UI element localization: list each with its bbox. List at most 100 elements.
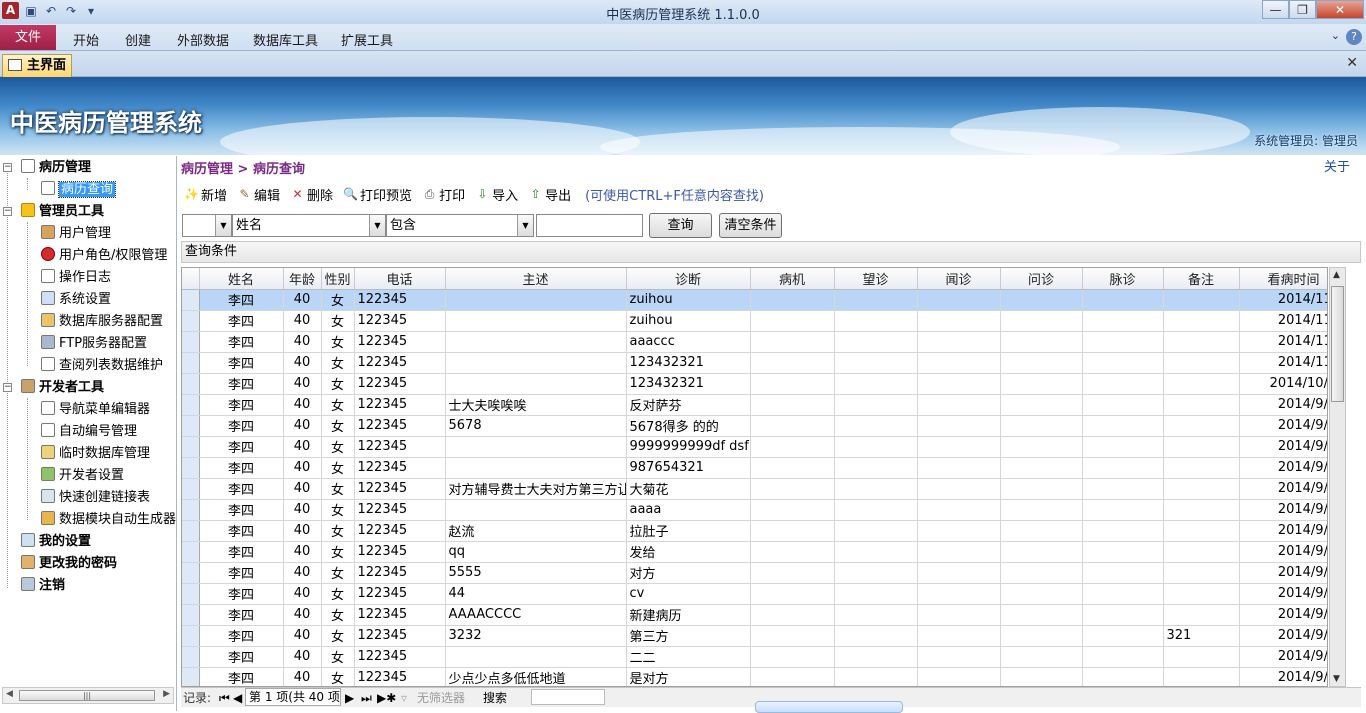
select-all-corner[interactable] [182, 268, 200, 290]
column-header[interactable]: 电话 [354, 268, 446, 290]
table-row[interactable]: 李四40女122345对方辅导费士大夫对方第三方让大菊花 2014/9/15 [182, 478, 1327, 500]
nav-group-records[interactable]: 病历管理 [21, 158, 91, 178]
table-cell[interactable]: 反对萨芬 [626, 394, 751, 416]
table-cell[interactable]: 李四 [199, 457, 284, 479]
row-selector[interactable] [182, 583, 200, 605]
nav-item-menu-editor[interactable]: 导航菜单编辑器 [41, 400, 150, 420]
row-selector[interactable] [182, 499, 200, 521]
nav-item-logout[interactable]: 注销 [21, 576, 65, 596]
table-cell[interactable]: 9999999999df dsf [626, 436, 751, 458]
print-button[interactable]: ⎙ 打印 [422, 185, 465, 204]
nav-item-temp-database[interactable]: 临时数据库管理 [41, 444, 150, 464]
table-cell[interactable] [917, 562, 1001, 584]
nav-item-user-management[interactable]: 用户管理 [41, 224, 111, 244]
table-cell[interactable]: 李四 [199, 625, 284, 647]
table-cell[interactable]: 40 [283, 646, 322, 668]
table-cell[interactable]: 2014/9/13 [1239, 625, 1327, 647]
table-cell[interactable] [1082, 436, 1164, 458]
clear-conditions-button[interactable]: 清空条件 [719, 213, 782, 238]
table-cell[interactable] [1082, 394, 1164, 416]
table-cell[interactable]: 拉肚子 [626, 520, 751, 542]
table-cell[interactable] [834, 310, 918, 332]
table-cell[interactable] [750, 331, 835, 353]
table-cell[interactable]: 女 [321, 478, 355, 500]
about-link[interactable]: 关于 [1324, 156, 1350, 175]
table-row[interactable]: 李四40女122345 987654321 2014/9/15 [182, 457, 1327, 479]
first-record-icon[interactable]: ⏮ [219, 689, 230, 707]
table-cell[interactable] [1000, 415, 1083, 437]
table-row[interactable]: 李四40女122345赵流拉肚子 2014/9/13 [182, 520, 1327, 542]
table-cell[interactable] [1082, 520, 1164, 542]
table-cell[interactable] [917, 436, 1001, 458]
nav-item-quick-link-tables[interactable]: 快速创建链接表 [41, 488, 150, 508]
table-cell[interactable] [1082, 289, 1164, 311]
record-search-input[interactable] [531, 689, 605, 705]
column-header[interactable]: 看病时间 [1239, 268, 1327, 290]
table-cell[interactable] [917, 373, 1001, 395]
table-cell[interactable]: zuihou [626, 310, 751, 332]
column-header[interactable]: 望诊 [834, 268, 918, 290]
table-cell[interactable] [1163, 310, 1240, 332]
table-cell[interactable] [1000, 352, 1083, 374]
table-cell[interactable]: 40 [283, 499, 322, 521]
table-row[interactable]: 李四40女1223453232第三方 3212014/9/13 [182, 625, 1327, 647]
export-button[interactable]: ⇧ 导出 [528, 185, 572, 204]
edit-button[interactable]: ✎ 编辑 [237, 185, 280, 204]
table-cell[interactable]: 5678得多 的的 [626, 415, 751, 437]
column-header[interactable]: 闻诊 [917, 268, 1001, 290]
table-cell[interactable]: 女 [321, 520, 355, 542]
table-cell[interactable]: 是对方 [626, 667, 751, 686]
ribbon-collapse-icon[interactable]: ⌄ [1331, 29, 1340, 42]
new-button[interactable]: ✨ 新增 [184, 185, 227, 204]
scroll-left-icon[interactable]: ◀ [6, 689, 13, 699]
table-cell[interactable]: 李四 [199, 499, 284, 521]
table-cell[interactable] [1082, 562, 1164, 584]
table-cell[interactable] [1000, 394, 1083, 416]
table-cell[interactable] [1082, 667, 1164, 686]
column-header[interactable]: 脉诊 [1082, 268, 1164, 290]
table-cell[interactable]: 122345 [354, 499, 446, 521]
table-cell[interactable] [750, 520, 835, 542]
logic-select[interactable]: ▼ [182, 214, 232, 237]
table-cell[interactable] [1000, 289, 1083, 311]
table-cell[interactable] [1163, 499, 1240, 521]
table-cell[interactable] [445, 436, 627, 458]
table-cell[interactable] [1082, 625, 1164, 647]
column-header[interactable]: 性别 [321, 268, 355, 290]
column-header[interactable]: 诊断 [626, 268, 751, 290]
table-cell[interactable] [917, 499, 1001, 521]
maximize-button[interactable]: ❐ [1289, 0, 1316, 19]
row-selector[interactable] [182, 625, 200, 647]
table-cell[interactable] [917, 520, 1001, 542]
table-cell[interactable]: 2014/9/13 [1239, 667, 1327, 686]
table-cell[interactable]: 2014/11/4 [1239, 289, 1327, 311]
table-cell[interactable]: 女 [321, 457, 355, 479]
collapse-toggle[interactable]: − [3, 207, 12, 216]
table-cell[interactable]: 女 [321, 352, 355, 374]
table-cell[interactable]: 987654321 [626, 457, 751, 479]
scroll-down-icon[interactable]: ▼ [1333, 674, 1340, 684]
table-cell[interactable]: 122345 [354, 604, 446, 626]
table-cell[interactable]: 122345 [354, 289, 446, 311]
table-cell[interactable] [1082, 499, 1164, 521]
nav-item-module-generator[interactable]: 数据模块自动生成器 [41, 510, 176, 530]
print-preview-button[interactable]: 🔍 打印预览 [343, 185, 412, 204]
table-cell[interactable] [1163, 562, 1240, 584]
scroll-thumb[interactable] [1331, 286, 1344, 402]
nav-item-developer-settings[interactable]: 开发者设置 [41, 466, 124, 486]
row-selector[interactable] [182, 457, 200, 479]
table-cell[interactable]: 女 [321, 373, 355, 395]
table-cell[interactable] [1163, 541, 1240, 563]
table-cell[interactable] [834, 373, 918, 395]
table-cell[interactable]: 少点少点多低低地道 [445, 667, 627, 686]
table-cell[interactable]: 李四 [199, 436, 284, 458]
table-cell[interactable]: 大菊花 [626, 478, 751, 500]
row-selector[interactable] [182, 520, 200, 542]
table-cell[interactable] [917, 289, 1001, 311]
table-row[interactable]: 李四40女122345AAAACCCC新建病历 2014/9/13 [182, 604, 1327, 626]
table-cell[interactable]: 李四 [199, 394, 284, 416]
table-cell[interactable]: 李四 [199, 415, 284, 437]
table-cell[interactable]: 40 [283, 562, 322, 584]
table-cell[interactable]: zuihou [626, 289, 751, 311]
table-cell[interactable] [834, 436, 918, 458]
